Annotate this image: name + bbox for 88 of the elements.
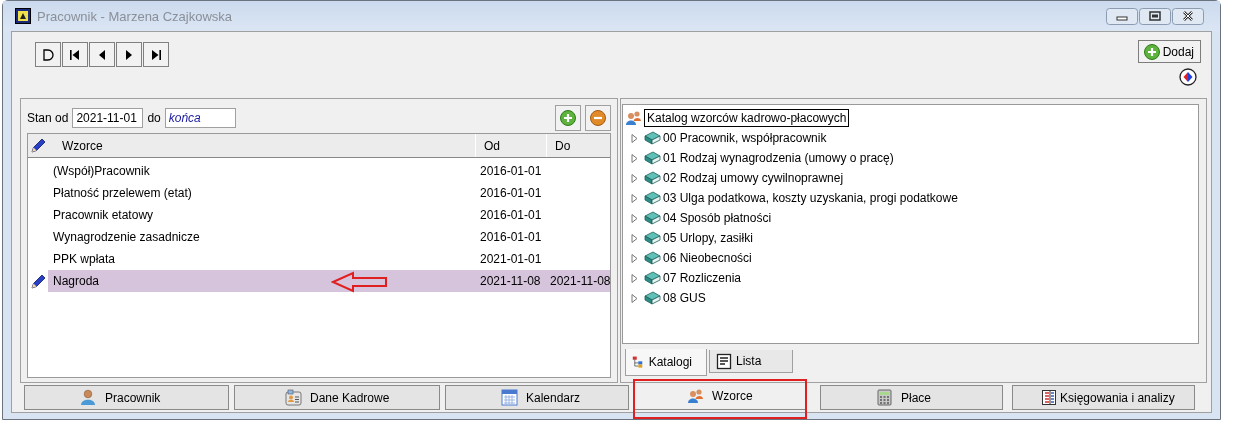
people-icon xyxy=(625,109,642,127)
table-cell-text: 2021-01-01 xyxy=(479,252,543,266)
tab[interactable]: Katalogi xyxy=(625,349,707,376)
people-icon xyxy=(687,387,704,405)
tree-item[interactable]: 08 GUS xyxy=(663,291,706,305)
book-icon xyxy=(644,210,661,226)
tab[interactable]: Pracownik xyxy=(24,385,229,410)
expand-icon[interactable] xyxy=(630,172,640,184)
tree-item[interactable]: 01 Rodzaj wynagrodzenia (umowy o pracę) xyxy=(663,151,894,165)
book-icon xyxy=(644,230,661,246)
expand-icon[interactable] xyxy=(630,232,640,244)
close-button[interactable] xyxy=(1172,7,1204,25)
person-icon xyxy=(80,389,97,406)
tab[interactable]: Lista xyxy=(709,350,793,373)
expand-icon[interactable] xyxy=(630,212,640,224)
table-row[interactable]: Pracownik etatowy 2016-01-01 xyxy=(28,204,610,226)
tree-item[interactable]: Katalog wzorców kadrowo-płacowych xyxy=(644,109,850,127)
table-row[interactable]: Nagroda 2021-11-08 2021-11-08 xyxy=(28,270,610,292)
book-icon xyxy=(644,290,661,306)
table-row[interactable]: (Współ)Pracownik 2016-01-01 xyxy=(28,160,610,182)
plus-icon xyxy=(1143,43,1160,60)
expand-icon[interactable] xyxy=(630,152,640,164)
tree-item[interactable]: 06 Nieobecności xyxy=(663,251,752,265)
new-record-button[interactable] xyxy=(35,42,61,67)
first-record-button[interactable] xyxy=(62,42,88,67)
tree-item[interactable]: 05 Urlopy, zasiłki xyxy=(663,231,753,245)
ledger-icon xyxy=(1041,389,1058,406)
book-icon xyxy=(644,190,661,206)
tree-item[interactable]: 04 Sposób płatności xyxy=(663,211,772,225)
from-label: Stan od xyxy=(27,111,69,125)
table-cell-text: Nagroda xyxy=(52,274,100,288)
column-header[interactable]: Od xyxy=(475,134,546,157)
list-icon xyxy=(716,352,732,370)
pencil-icon xyxy=(30,137,47,154)
expand-icon[interactable] xyxy=(630,192,640,204)
book-icon xyxy=(644,250,661,266)
table-row[interactable]: Płatność przelewem (etat) 2016-01-01 xyxy=(28,182,610,204)
tab[interactable]: Dane Kadrowe xyxy=(234,385,440,410)
column-header[interactable]: Wzorce xyxy=(54,134,475,157)
from-date-field[interactable]: 2021-11-01 xyxy=(72,108,144,128)
book-icon xyxy=(644,150,661,166)
last-record-button[interactable] xyxy=(143,42,169,67)
tab[interactable]: Płace xyxy=(820,385,1003,410)
column-header[interactable]: Do xyxy=(546,134,610,157)
app-icon xyxy=(15,8,31,24)
add-button[interactable]: Dodaj xyxy=(1137,40,1201,63)
table-cell-text: 2016-01-01 xyxy=(479,164,543,178)
table-cell-text: 2016-01-01 xyxy=(479,186,543,200)
minus-icon xyxy=(590,110,606,126)
previous-button[interactable] xyxy=(89,42,115,67)
maximize-button[interactable] xyxy=(1139,7,1171,25)
tab[interactable]: Kalendarz xyxy=(445,385,629,410)
book-icon xyxy=(644,170,661,186)
table-cell-text: PPK wpłata xyxy=(52,252,116,266)
table-cell-text: 2021-11-08 xyxy=(479,274,542,288)
calendar-icon xyxy=(501,389,518,406)
callout-arrow xyxy=(331,271,389,293)
table-cell-text: 2021-11-08 xyxy=(549,274,610,288)
table-cell-text: Płatność przelewem (etat) xyxy=(52,186,192,200)
table-cell-text: 2016-01-01 xyxy=(479,230,543,244)
remove-row-button[interactable] xyxy=(585,105,611,131)
to-label: do xyxy=(147,111,161,125)
id-card-icon xyxy=(285,389,302,406)
book-icon xyxy=(644,270,661,286)
expand-icon[interactable] xyxy=(630,292,640,304)
table-cell-text: Wynagrodzenie zasadnicze xyxy=(52,230,200,244)
to-date-field[interactable]: końca xyxy=(164,108,236,128)
expand-icon[interactable] xyxy=(630,252,640,264)
window-title: Pracownik - Marzena Czajkowska xyxy=(37,8,233,24)
expand-icon[interactable] xyxy=(630,272,640,284)
tree-item[interactable]: 02 Rodzaj umowy cywilnoprawnej xyxy=(663,171,844,185)
tab[interactable]: Księgowania i analizy xyxy=(1012,385,1195,410)
table-cell-text: Pracownik etatowy xyxy=(52,208,154,222)
table-row[interactable]: PPK wpłata 2021-01-01 xyxy=(28,248,610,270)
book-icon xyxy=(644,130,661,146)
new-record-icon xyxy=(40,46,56,63)
switch-icon[interactable] xyxy=(1179,68,1197,86)
table-cell-text: 2016-01-01 xyxy=(479,208,543,222)
table-cell-text: (Współ)Pracownik xyxy=(52,164,150,178)
next-button[interactable] xyxy=(116,42,142,67)
calculator-icon xyxy=(876,389,893,406)
table-row[interactable]: Wynagrodzenie zasadnicze 2016-01-01 xyxy=(28,226,610,248)
add-row-button[interactable] xyxy=(555,105,581,131)
plus-icon xyxy=(560,110,576,126)
tree-item[interactable]: 00 Pracownik, współpracownik xyxy=(663,131,827,145)
tree-item[interactable]: 07 Rozliczenia xyxy=(663,271,742,285)
expand-icon[interactable] xyxy=(630,132,640,144)
tree-item[interactable]: 03 Ulga podatkowa, koszty uzyskania, progi podatkowe xyxy=(663,191,958,205)
